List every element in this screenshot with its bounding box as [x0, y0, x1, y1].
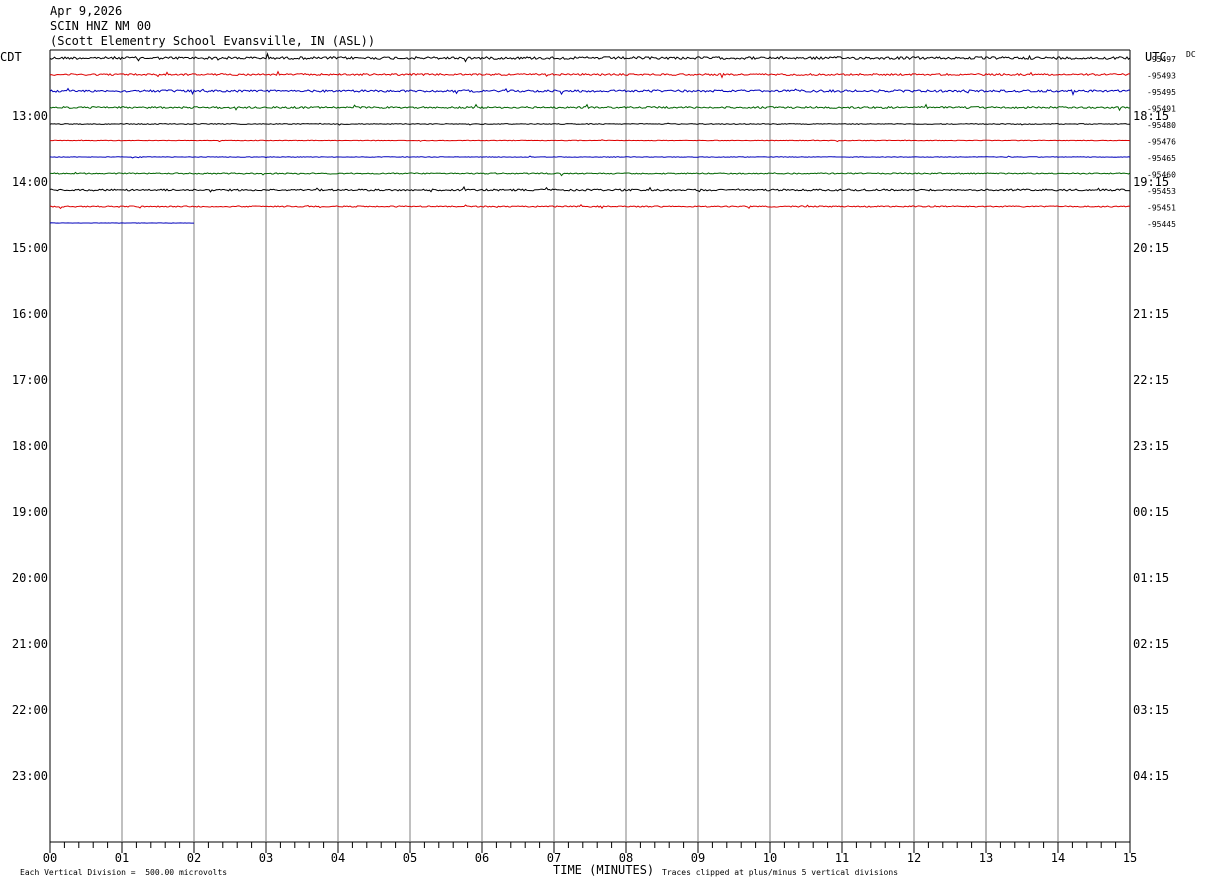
- seismic-trace: [49, 203, 1131, 210]
- x-tick-label: 09: [691, 851, 705, 865]
- x-tick-label: 11: [835, 851, 849, 865]
- x-tick-label: 01: [115, 851, 129, 865]
- left-hour-label: 18:00: [12, 439, 48, 453]
- x-tick-label: 14: [1051, 851, 1065, 865]
- seismic-trace: [49, 185, 1131, 193]
- x-tick-label: 04: [331, 851, 345, 865]
- x-tick-label: 12: [907, 851, 921, 865]
- left-hour-label: 21:00: [12, 637, 48, 651]
- dc-offset-label: -95476: [1147, 138, 1176, 147]
- seismic-trace: [49, 171, 1131, 177]
- left-hour-label: 16:00: [12, 307, 48, 321]
- right-hour-label: 20:15: [1133, 241, 1169, 255]
- dc-offset-label: -95460: [1147, 171, 1176, 180]
- x-tick-label: 00: [43, 851, 57, 865]
- dc-offset-label: -95465: [1147, 154, 1176, 163]
- date-label: Apr 9,2026: [50, 4, 123, 18]
- dc-offset-label: -95480: [1147, 121, 1176, 130]
- x-tick-label: 02: [187, 851, 201, 865]
- dc-offset-label: -95495: [1147, 88, 1176, 97]
- seismic-trace: [49, 103, 1131, 112]
- left-hour-label: 17:00: [12, 373, 48, 387]
- left-hour-label: 20:00: [12, 571, 48, 585]
- left-hour-label: 19:00: [12, 505, 48, 519]
- right-hour-label: 01:15: [1133, 571, 1169, 585]
- right-hour-label: 22:15: [1133, 373, 1169, 387]
- right-hour-label: 21:15: [1133, 307, 1169, 321]
- x-tick-label: 03: [259, 851, 273, 865]
- seismic-trace: [49, 155, 1131, 159]
- station-label: SCIN HNZ NM 00: [50, 19, 152, 33]
- seismic-trace: [50, 139, 1131, 143]
- x-tick-label: 13: [979, 851, 993, 865]
- seismic-trace: [49, 52, 1131, 63]
- division-note: Each Vertical Division = 500.00 microvol…: [20, 868, 228, 877]
- helicorder-plot: 00 01 02 03 04 05 06 07 08 09 10 11 12 13 14 1513:0014:…: [12, 49, 1176, 865]
- x-tick-label: 05: [403, 851, 417, 865]
- dc-label: DC: [1186, 50, 1196, 59]
- seismic-trace: [49, 70, 1131, 79]
- right-hour-label: 00:15: [1133, 505, 1169, 519]
- x-axis-label: TIME (MINUTES): [553, 863, 655, 877]
- left-axis-title: CDT: [0, 50, 22, 64]
- left-hour-label: 13:00: [12, 109, 48, 123]
- left-hour-label: 23:00: [12, 769, 48, 783]
- right-hour-label: 04:15: [1133, 769, 1169, 783]
- right-hour-label: 23:15: [1133, 439, 1169, 453]
- right-hour-label: 02:15: [1133, 637, 1169, 651]
- left-hour-label: 14:00: [12, 175, 48, 189]
- dc-offset-label: -95445: [1147, 220, 1176, 229]
- x-tick-label: 10: [763, 851, 777, 865]
- dc-offset-label: -95453: [1147, 187, 1176, 196]
- location-label: (Scott Elementry School Evansville, IN (…: [50, 34, 376, 48]
- right-axis-title: UTC: [1145, 50, 1167, 64]
- seismic-trace: [49, 87, 1131, 96]
- left-hour-label: 15:00: [12, 241, 48, 255]
- left-hour-label: 22:00: [12, 703, 48, 717]
- seismic-trace: [49, 122, 1131, 126]
- dc-offset-label: -95493: [1147, 72, 1176, 81]
- x-tick-label: 15: [1123, 851, 1137, 865]
- right-hour-label: 03:15: [1133, 703, 1169, 717]
- dc-offset-label: -95491: [1147, 105, 1176, 114]
- clip-note: Traces clipped at plus/minus 5 vertical …: [662, 868, 899, 877]
- x-tick-label: 06: [475, 851, 489, 865]
- dc-offset-label: -95451: [1147, 204, 1176, 213]
